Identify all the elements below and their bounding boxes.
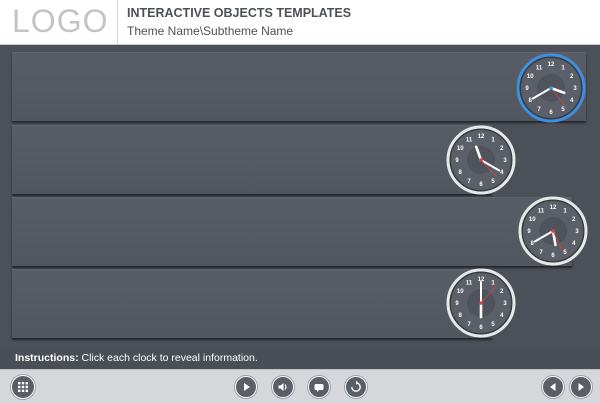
info-panel-2 bbox=[12, 125, 492, 194]
clock-number: 11 bbox=[536, 65, 543, 71]
footer-toolbar bbox=[0, 369, 600, 403]
info-panel-3 bbox=[12, 197, 572, 266]
clock-number: 12 bbox=[550, 205, 557, 211]
caption-button[interactable] bbox=[308, 376, 330, 398]
audio-button[interactable] bbox=[272, 376, 294, 398]
clock-number: 11 bbox=[466, 137, 473, 143]
audio-icon bbox=[278, 383, 287, 391]
clock-number: 11 bbox=[538, 208, 545, 214]
play-icon bbox=[244, 383, 250, 391]
header-divider bbox=[117, 0, 118, 44]
clock-face-icon: 121234567891011 bbox=[516, 53, 586, 123]
clock-button-2[interactable]: 12 1 2 3 4 5 6 7 8 9 10 11 bbox=[446, 125, 516, 195]
clock-number: 12 bbox=[478, 134, 485, 140]
menu-button[interactable] bbox=[11, 375, 35, 399]
clock-face-icon: 121234567891011 bbox=[518, 196, 588, 266]
instructions-text: Click each clock to reveal information. bbox=[78, 352, 258, 364]
play-button[interactable] bbox=[235, 376, 257, 398]
header: LOGO INTERACTIVE OBJECTS TEMPLATES Theme… bbox=[0, 0, 600, 45]
clock-number: 12 bbox=[548, 62, 555, 68]
replay-icon bbox=[351, 380, 361, 392]
menu-grid-icon bbox=[18, 382, 28, 392]
next-button[interactable] bbox=[570, 376, 592, 398]
clock-button-1[interactable]: 12 1 2 3 4 5 6 7 8 9 10 11 bbox=[516, 53, 586, 123]
clock-number: 10 bbox=[457, 146, 464, 152]
clock-number: 10 bbox=[529, 217, 536, 223]
clock-button-3[interactable]: 12 1 2 3 4 5 6 7 8 9 10 11 bbox=[518, 196, 588, 266]
caption-icon bbox=[314, 384, 324, 392]
clock-number: 10 bbox=[527, 74, 534, 80]
clock-number: 10 bbox=[457, 289, 464, 295]
info-panel-1 bbox=[12, 52, 586, 121]
page-title: INTERACTIVE OBJECTS TEMPLATES bbox=[127, 6, 352, 20]
replay-button[interactable] bbox=[345, 376, 367, 398]
back-button[interactable] bbox=[542, 376, 564, 398]
clock-button-4[interactable]: 12 1 2 3 4 5 6 7 8 9 10 11 bbox=[446, 268, 516, 338]
next-icon bbox=[578, 383, 584, 391]
clock-number: 11 bbox=[466, 280, 473, 286]
clock-face-icon: 121234567891011 bbox=[446, 268, 516, 338]
clock-face-icon: 121234567891011 bbox=[446, 125, 516, 195]
instructions-label: Instructions: bbox=[15, 352, 79, 364]
page-subtitle: Theme Name\Subtheme Name bbox=[127, 24, 294, 38]
instructions: Instructions: Click each clock to reveal… bbox=[15, 352, 258, 364]
logo: LOGO bbox=[12, 3, 109, 39]
info-panel-4 bbox=[12, 269, 492, 338]
back-icon bbox=[550, 383, 556, 391]
